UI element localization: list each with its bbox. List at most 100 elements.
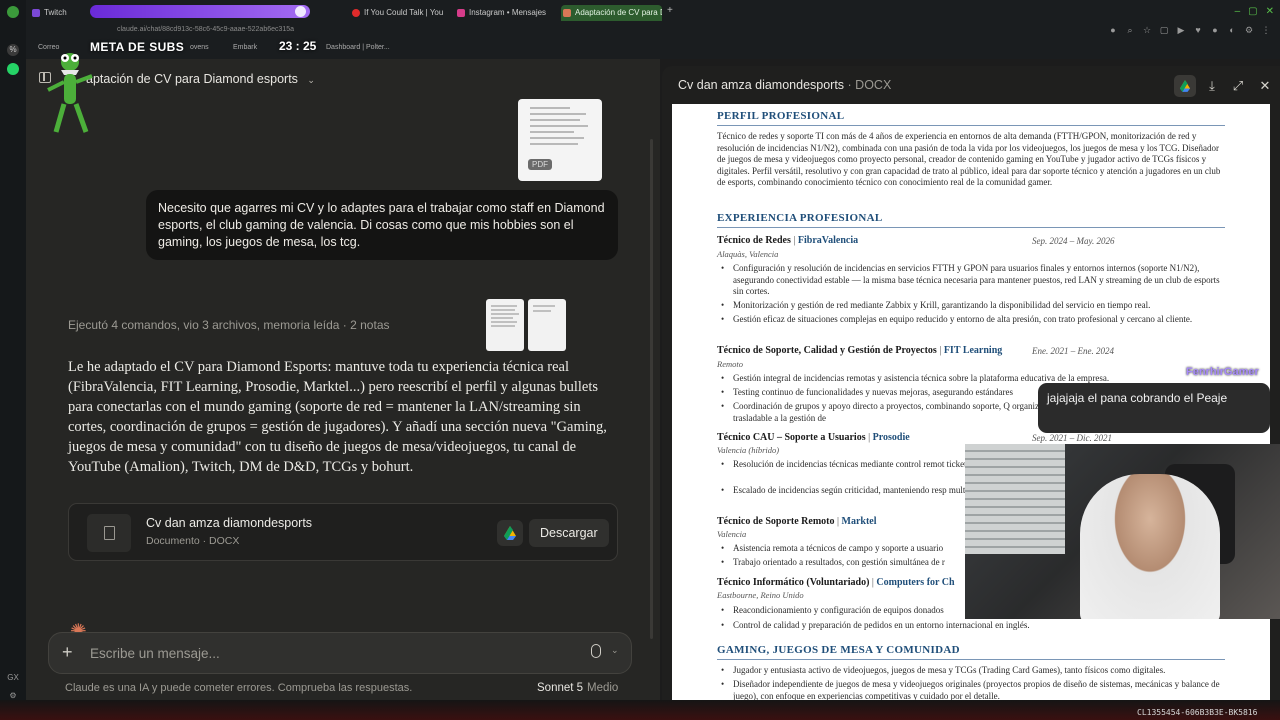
model-selector[interactable]: Sonnet 5 — [537, 682, 583, 694]
close-icon[interactable]: ✕ — [1254, 75, 1276, 97]
extension-icon[interactable]: ⚙ — [1243, 24, 1255, 36]
message-composer: + ⌄ — [48, 632, 632, 674]
google-drive-icon — [504, 526, 516, 540]
chat-area: aptación de CV para Diamond esports ⌄ PD… — [26, 59, 660, 720]
opera-logo-icon[interactable] — [7, 6, 19, 18]
section-heading-profile: PERFIL PROFESIONAL — [717, 110, 845, 122]
google-drive-button[interactable] — [497, 520, 523, 546]
kermit-sticker-icon — [47, 53, 93, 133]
bookmark-dashboard[interactable]: Dashboard | Polter... — [326, 44, 390, 51]
document-thumbnail[interactable] — [486, 299, 524, 351]
tab-instagram[interactable]: Instagram • Mensajes — [455, 5, 555, 21]
claude-icon — [563, 9, 571, 17]
extension-icon[interactable]: ● — [1209, 24, 1221, 36]
chat-header: aptación de CV para Diamond esports ⌄ — [26, 59, 660, 99]
gaming-bullet: Diseñador independiente de juegos de mes… — [721, 679, 1223, 700]
bookmarks-bar: Correo ovens Embark Dashboard | Polter..… — [26, 39, 1280, 59]
google-drive-icon[interactable] — [1174, 75, 1196, 97]
job-location: Valencia (híbrido) — [717, 445, 780, 455]
subs-goal-count: 23 : 25 — [279, 39, 317, 53]
job-title: Técnico de Soporte, Calidad y Gestión de… — [717, 345, 1003, 356]
assistant-message: Le he adaptado el CV para Diamond Esport… — [68, 359, 607, 475]
tool-activity-summary[interactable]: Ejecutó 4 comandos, vio 3 archivos, memo… — [68, 318, 390, 332]
conversation-title[interactable]: aptación de CV para Diamond esports ⌄ — [86, 72, 315, 86]
section-divider — [717, 125, 1225, 126]
profile-paragraph: Técnico de redes y soporte TI con más de… — [717, 131, 1221, 187]
section-divider — [717, 659, 1225, 660]
percent-icon[interactable]: % — [7, 44, 19, 56]
message-input[interactable] — [90, 643, 550, 663]
job-bullet: Control de calidad y preparación de pedi… — [721, 620, 1223, 632]
instagram-icon — [457, 9, 465, 17]
youtube-icon — [352, 9, 360, 17]
download-button[interactable]: Descargar — [529, 519, 609, 547]
stream-chat-message: jajajaja el pana cobrando el Peaje — [1038, 383, 1270, 433]
job-location: Alaquàs, Valencia — [717, 249, 779, 259]
browser-side-strip: % GX ⚙ — [0, 0, 26, 720]
job-dates: Sep. 2021 – Dic. 2021 — [1032, 433, 1112, 443]
extension-icon[interactable]: ▶ — [1175, 24, 1187, 36]
extension-icon[interactable]: ⋮ — [1260, 24, 1272, 36]
extension-icon[interactable]: ◐ — [1226, 24, 1238, 36]
bookmark-embark[interactable]: Embark — [233, 44, 257, 51]
job-bullet: Configuración y resolución de incidencia… — [721, 263, 1223, 298]
document-header: Cv dan amza diamondesports · DOCX ⤓ ⤢ ✕ — [662, 66, 1280, 104]
webcam-feed: ◆ — [965, 444, 1280, 619]
whatsapp-icon[interactable] — [7, 63, 19, 75]
extension-icon[interactable]: ☆ — [1141, 24, 1153, 36]
extension-icon[interactable]: ▢ — [1158, 24, 1170, 36]
address-bar[interactable]: claude.ai/chat/88cd913c-58c6-45c9-aaae-5… — [26, 26, 1280, 39]
job-dates: Sep. 2024 – May. 2026 — [1032, 236, 1115, 246]
job-location: Remoto — [717, 359, 743, 369]
minimize-icon[interactable]: – — [1235, 6, 1241, 17]
chat-scrollbar[interactable] — [650, 139, 653, 639]
job-title: Técnico Informático (Voluntariado) | Com… — [717, 577, 955, 588]
user-message: Necesito que agarres mi CV y lo adaptes … — [146, 190, 618, 260]
job-bullet: Gestión eficaz de situaciones complejas … — [721, 314, 1223, 326]
file-name: Cv dan amza diamondesports — [146, 516, 313, 530]
job-bullet: Monitorización y gestión de red mediante… — [721, 300, 1223, 312]
microphone-icon[interactable] — [591, 644, 601, 658]
effort-level[interactable]: Medio — [587, 682, 618, 694]
stream-code: CL1355454-606B3B3E-BK5816 — [1137, 708, 1258, 717]
job-title: Técnico CAU – Soporte a Usuarios | Proso… — [717, 432, 910, 443]
job-location: Eastbourne, Reino Unido — [717, 590, 804, 600]
chevron-down-icon: ⌄ — [307, 75, 315, 85]
file-meta: Documento · DOCX — [146, 535, 240, 547]
chevron-down-icon[interactable]: ⌄ — [611, 645, 619, 656]
bookmark-ovens[interactable]: ovens — [190, 44, 209, 51]
tab-twitch[interactable]: Twitch — [30, 5, 88, 21]
bottom-overlay-strip — [0, 700, 1280, 720]
job-dates: Ene. 2021 – Ene. 2024 — [1032, 346, 1114, 356]
extension-icon[interactable]: ● — [1107, 24, 1119, 36]
maximize-icon[interactable]: ▢ — [1248, 6, 1257, 17]
tab-youtube[interactable]: If You Could Talk | You — [350, 5, 446, 21]
attach-plus-button[interactable]: + — [62, 642, 73, 663]
section-divider — [717, 227, 1225, 228]
subs-progress-bar — [90, 5, 310, 18]
gaming-bullet: Jugador y entusiasta activo de videojueg… — [721, 665, 1223, 677]
file-artifact-card[interactable]: Cv dan amza diamondesports Documento · D… — [68, 503, 618, 561]
stream-chat-username: FenrhirGamer — [1186, 366, 1259, 378]
tab-claude-active[interactable]: Adaptación de CV para Dia — [561, 5, 662, 21]
expand-icon[interactable]: ⤢ — [1227, 75, 1249, 97]
window-blinds — [965, 444, 1065, 554]
job-location: Valencia — [717, 529, 747, 539]
progress-knob — [295, 6, 306, 17]
job-title: Técnico de Redes | FibraValencia — [717, 235, 859, 246]
extension-icon[interactable]: ⌕ — [1124, 24, 1136, 36]
pdf-badge: PDF — [528, 159, 552, 170]
url-text[interactable]: claude.ai/chat/88cd913c-58c6-45c9-aaae-5… — [117, 26, 294, 33]
section-heading-experience: EXPERIENCIA PROFESIONAL — [717, 212, 883, 224]
close-window-icon[interactable]: ✕ — [1266, 6, 1274, 17]
job-title: Técnico de Soporte Remoto | Marktel — [717, 516, 877, 527]
subs-goal-title: META DE SUBS — [90, 40, 185, 54]
document-title: Cv dan amza diamondesports · DOCX — [678, 78, 892, 92]
document-thumbnail[interactable] — [528, 299, 566, 351]
window-controls: – ▢ ✕ — [1235, 6, 1274, 17]
twitch-icon — [32, 9, 40, 17]
extension-icon[interactable]: ♥ — [1192, 24, 1204, 36]
gx-icon[interactable]: GX — [7, 672, 19, 684]
new-tab-button[interactable]: + — [667, 5, 673, 16]
download-icon[interactable]: ⤓ — [1201, 75, 1223, 97]
